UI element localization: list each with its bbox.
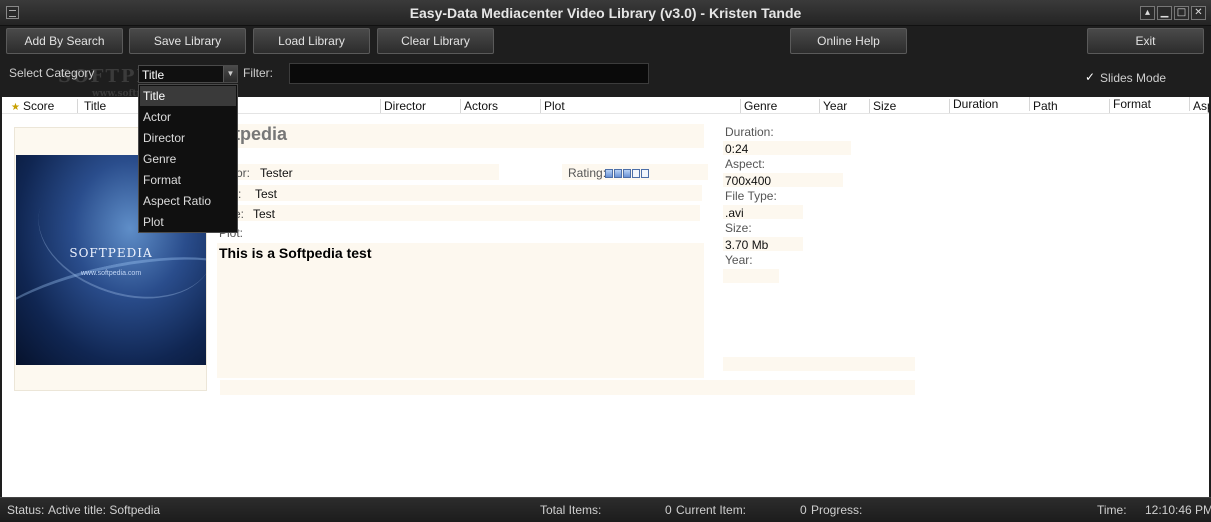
column-header-director[interactable]: Director	[381, 99, 461, 113]
title-field-bg	[217, 124, 704, 148]
star-icon: ★	[11, 102, 20, 113]
category-select[interactable]: Title ▼	[138, 65, 238, 83]
close-button[interactable]: ✕	[1191, 6, 1206, 20]
genre-value: Test	[253, 207, 276, 221]
column-header-genre[interactable]: Genre	[741, 99, 820, 113]
year-label: Year:	[725, 253, 753, 267]
time-label: Time:	[1097, 503, 1127, 517]
exit-button[interactable]: Exit	[1087, 28, 1204, 54]
column-header-path[interactable]: Path	[1030, 99, 1110, 113]
current-item-value: 0	[800, 503, 807, 517]
slides-mode-checkbox[interactable]: ✓	[1085, 71, 1097, 83]
director-value: Tester	[260, 166, 293, 180]
dropdown-option-actor[interactable]: Actor	[140, 107, 236, 127]
year-field-bg	[723, 269, 779, 283]
column-header-year[interactable]: Year	[820, 99, 870, 113]
save-library-button[interactable]: Save Library	[129, 28, 246, 54]
clear-library-button[interactable]: Clear Library	[377, 28, 494, 54]
rating-label: Rating:	[568, 166, 607, 180]
progress-label: Progress:	[811, 503, 863, 517]
rating-star-3	[623, 169, 631, 178]
size-label: Size:	[725, 221, 752, 235]
status-value: Active title: Softpedia	[48, 503, 161, 517]
window-title: Easy-Data Mediacenter Video Library (v3.…	[409, 5, 802, 21]
extra-field-bg	[723, 357, 915, 371]
dropdown-option-genre[interactable]: Genre	[140, 149, 236, 169]
dropdown-option-aspect-ratio[interactable]: Aspect Ratio	[140, 191, 236, 211]
actors-field-bg	[217, 185, 702, 201]
duration-value: 0:24	[725, 142, 749, 156]
restore-icon[interactable]: ▴	[1140, 6, 1155, 20]
rating-star-1	[605, 169, 613, 178]
rating-star-4	[632, 169, 640, 178]
minimize-button[interactable]: ▁	[1157, 6, 1172, 20]
actors-value: Test	[255, 187, 278, 201]
load-library-button[interactable]: Load Library	[253, 28, 370, 54]
duration-label: Duration:	[725, 125, 774, 139]
dropdown-option-title[interactable]: Title	[140, 86, 236, 106]
genre-field-bg	[217, 205, 700, 221]
total-items-value: 0	[665, 503, 672, 517]
column-header-actors[interactable]: Actors	[461, 99, 541, 113]
title-bar: Easy-Data Mediacenter Video Library (v3.…	[0, 0, 1211, 26]
total-items-label: Total Items:	[540, 503, 602, 517]
filetype-value: .avi	[725, 206, 744, 220]
status-label: Status:	[7, 503, 45, 517]
aspect-label: Aspect:	[725, 157, 766, 171]
rating-stars[interactable]	[605, 166, 650, 180]
category-dropdown-list: Title Actor Director Genre Format Aspect…	[138, 84, 238, 233]
status-bar: Status: Active title: Softpedia Total It…	[0, 497, 1211, 522]
column-header-format[interactable]: Format	[1110, 97, 1190, 111]
aspect-value: 700x400	[725, 174, 772, 188]
filter-label: Filter:	[243, 66, 273, 80]
online-help-button[interactable]: Online Help	[790, 28, 907, 54]
dropdown-option-plot[interactable]: Plot	[140, 212, 236, 232]
column-header-size[interactable]: Size	[870, 99, 950, 113]
time-value: 12:10:46 PM	[1145, 503, 1211, 517]
bottom-field-bg	[220, 380, 915, 395]
plot-text: This is a Softpedia test	[219, 245, 372, 261]
size-value: 3.70 Mb	[725, 238, 769, 252]
column-header-aspect[interactable]: Aspe	[1190, 99, 1209, 113]
cover-title: SOFTPEDIA	[69, 246, 153, 260]
filetype-label: File Type:	[725, 189, 777, 203]
rating-star-5	[641, 169, 649, 178]
category-select-value: Title	[142, 68, 165, 82]
column-header-score[interactable]: ★ Score	[8, 99, 78, 113]
current-item-label: Current Item:	[676, 503, 747, 517]
rating-star-2	[614, 169, 622, 178]
filter-input[interactable]	[289, 63, 649, 84]
add-by-search-button[interactable]: Add By Search	[6, 28, 123, 54]
column-header-duration[interactable]: Duration	[950, 97, 1030, 111]
cover-subtitle: www.softpedia.com	[80, 270, 142, 277]
column-header-plot[interactable]: Plot	[541, 99, 741, 113]
maximize-button[interactable]: □	[1174, 6, 1189, 20]
slides-mode-label: Slides Mode	[1100, 71, 1167, 85]
dropdown-option-director[interactable]: Director	[140, 128, 236, 148]
dropdown-option-format[interactable]: Format	[140, 170, 236, 190]
plot-field-bg	[217, 243, 704, 378]
chevron-down-icon[interactable]: ▼	[223, 66, 237, 82]
